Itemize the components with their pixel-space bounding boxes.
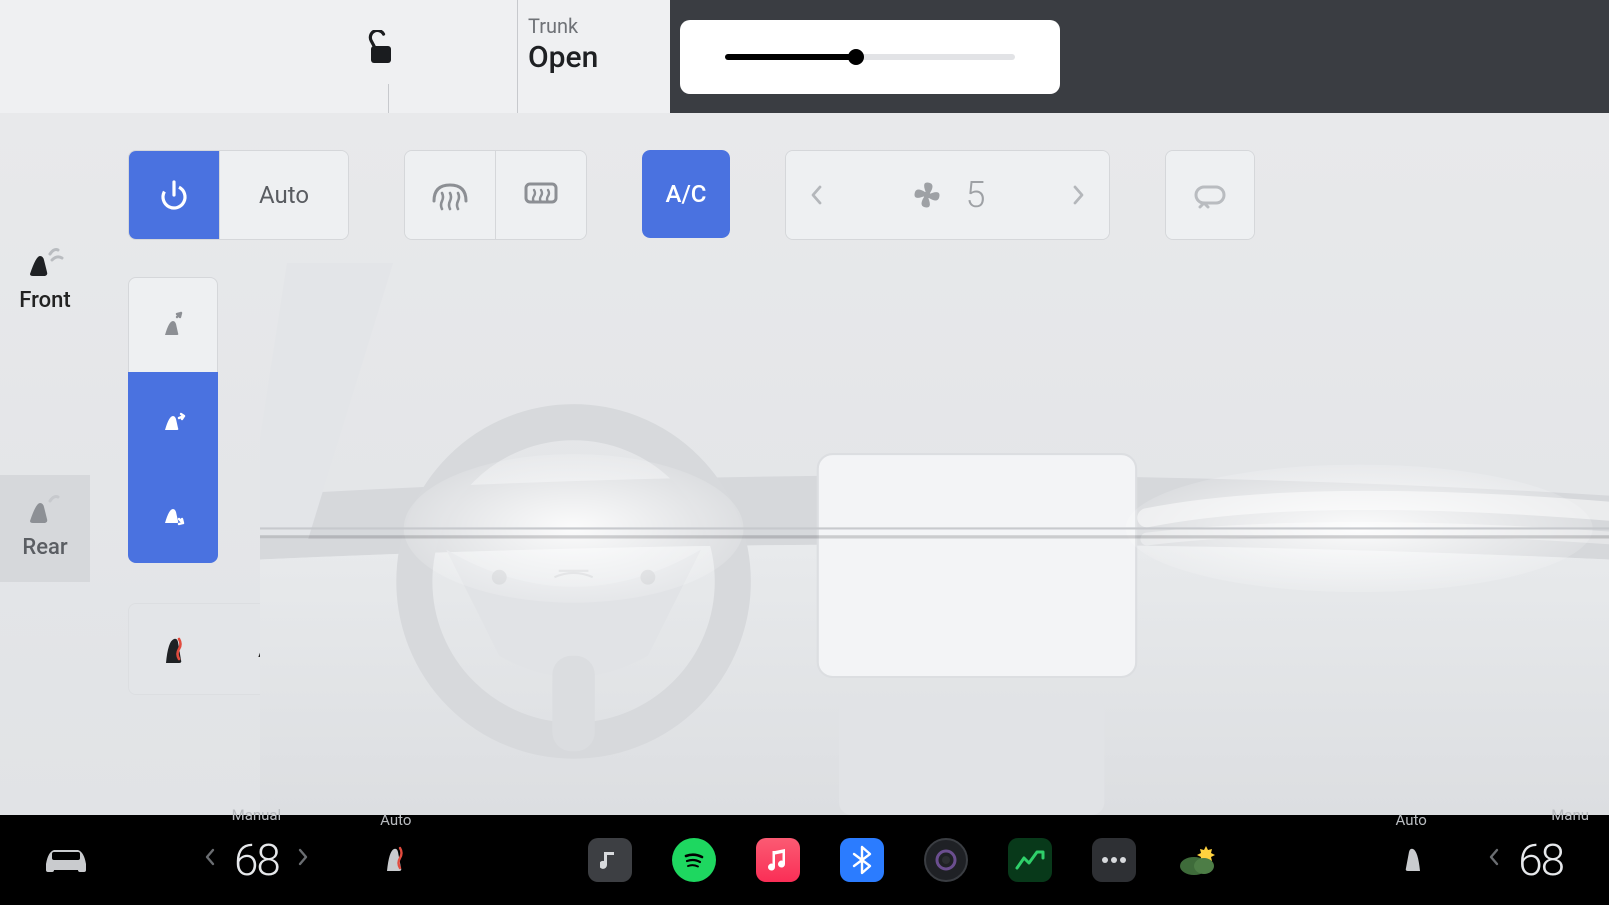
chevron-left-icon [809, 184, 823, 206]
recirc-group [1165, 150, 1255, 240]
fan-icon [910, 178, 944, 212]
defrost-group [404, 150, 587, 240]
dock-right-temp-group: Manu 68 [1476, 834, 1569, 886]
dock-left-temp[interactable]: 68 [234, 834, 279, 886]
app-more[interactable] [1092, 838, 1136, 882]
heated-seat-icon [381, 839, 411, 877]
airflow-face-icon [157, 309, 189, 341]
topbar-divider [388, 84, 389, 113]
front-defrost-button[interactable] [405, 151, 495, 239]
airflow-feet-button[interactable] [128, 467, 218, 563]
chevron-left-icon [204, 847, 216, 867]
seat-heater-auto-button[interactable]: Auto [219, 604, 347, 694]
climate-controls-row: Auto A/C [128, 150, 1255, 240]
climate-panel: Front Rear Auto [0, 113, 1609, 815]
dock-right-temp[interactable]: 68 [1518, 834, 1563, 886]
spotify-icon [680, 846, 708, 874]
chevron-right-icon [297, 847, 309, 867]
recirculate-button[interactable] [1166, 151, 1254, 239]
slider-fill [725, 54, 856, 60]
ellipsis-icon [1100, 855, 1128, 865]
airflow-direction-group [128, 277, 218, 563]
top-bar-right [670, 0, 1609, 113]
trunk-control[interactable]: Trunk Open [517, 0, 598, 113]
seat-front-icon [24, 246, 66, 280]
unlock-icon [365, 30, 397, 66]
airflow-body-button[interactable] [128, 372, 218, 468]
fan-speed-display: 5 [846, 151, 1049, 239]
dock-car-button[interactable] [40, 840, 92, 880]
dock-right-temp-down[interactable] [1476, 847, 1512, 873]
rear-defrost-button[interactable] [496, 151, 586, 239]
dock-left-seat-mode: Auto [380, 811, 411, 829]
camera-lens-icon [933, 847, 959, 873]
dock-right-group: Auto Manu 68 [1396, 834, 1569, 886]
chevron-right-icon [1072, 184, 1086, 206]
heated-seat-icon [158, 629, 190, 669]
brightness-slider[interactable] [680, 20, 1060, 94]
ac-button[interactable]: A/C [642, 150, 730, 238]
dock-left-temp-group: Manual 68 [192, 834, 321, 886]
app-camera[interactable] [924, 838, 968, 882]
top-bar-left: Trunk Open [0, 0, 670, 113]
chevron-left-icon [1488, 847, 1500, 867]
app-stocks[interactable] [1008, 838, 1052, 882]
seat-icon [1396, 839, 1426, 877]
bluetooth-icon [852, 845, 872, 875]
fan-speed-group: 5 [785, 150, 1110, 240]
zone-rear[interactable]: Rear [0, 475, 90, 582]
seat-heater-group: Auto [128, 603, 348, 695]
power-icon [157, 178, 191, 212]
seat-rear-icon [24, 493, 66, 527]
fan-increase-button[interactable] [1049, 151, 1109, 239]
ac-group: A/C [642, 150, 730, 238]
dock-right-seat-mode: Auto [1396, 811, 1427, 829]
dock-left-temp-up[interactable] [285, 847, 321, 873]
dock-apps [441, 838, 1366, 882]
car-icon [40, 840, 92, 876]
stocks-icon [1015, 848, 1045, 872]
seat-heater-button[interactable] [129, 604, 219, 694]
rear-defrost-icon [523, 180, 559, 210]
dock-left-seat[interactable]: Auto [381, 839, 411, 881]
airflow-body-icon [157, 404, 189, 436]
trunk-label: Trunk [528, 14, 598, 38]
fan-decrease-button[interactable] [786, 151, 846, 239]
trunk-status: Open [528, 40, 598, 75]
dock-right-seat[interactable]: Auto [1396, 839, 1426, 881]
music-note-icon [767, 847, 789, 873]
front-defrost-icon [431, 179, 469, 211]
slider-track [725, 54, 1015, 60]
dock-left-temp-down[interactable] [192, 847, 228, 873]
top-bar: Trunk Open [0, 0, 1609, 113]
airflow-face-button[interactable] [128, 277, 218, 373]
power-auto-group: Auto [128, 150, 349, 240]
dock-right-mode: Manu [1551, 806, 1589, 824]
airflow-feet-icon [157, 499, 189, 531]
app-music[interactable] [588, 838, 632, 882]
climate-power-button[interactable] [129, 151, 219, 239]
app-apple-music[interactable] [756, 838, 800, 882]
bottom-dock: Manual 68 Auto [0, 815, 1609, 905]
zone-front[interactable]: Front [0, 228, 90, 335]
zone-rail: Front Rear [0, 113, 90, 815]
weather-icon [1176, 842, 1220, 878]
dock-left-mode: Manual [232, 806, 282, 824]
app-bluetooth[interactable] [840, 838, 884, 882]
music-note-icon [600, 848, 620, 872]
zone-front-label: Front [19, 288, 70, 313]
dashboard-illustration [260, 263, 1609, 815]
fan-speed-value: 5 [966, 174, 986, 216]
recirculate-icon [1192, 181, 1228, 209]
app-weather[interactable] [1176, 838, 1220, 882]
zone-rear-label: Rear [22, 535, 67, 560]
slider-thumb[interactable] [848, 49, 864, 65]
climate-auto-button[interactable]: Auto [220, 151, 348, 239]
app-spotify[interactable] [672, 838, 716, 882]
lock-toggle[interactable] [365, 30, 397, 70]
